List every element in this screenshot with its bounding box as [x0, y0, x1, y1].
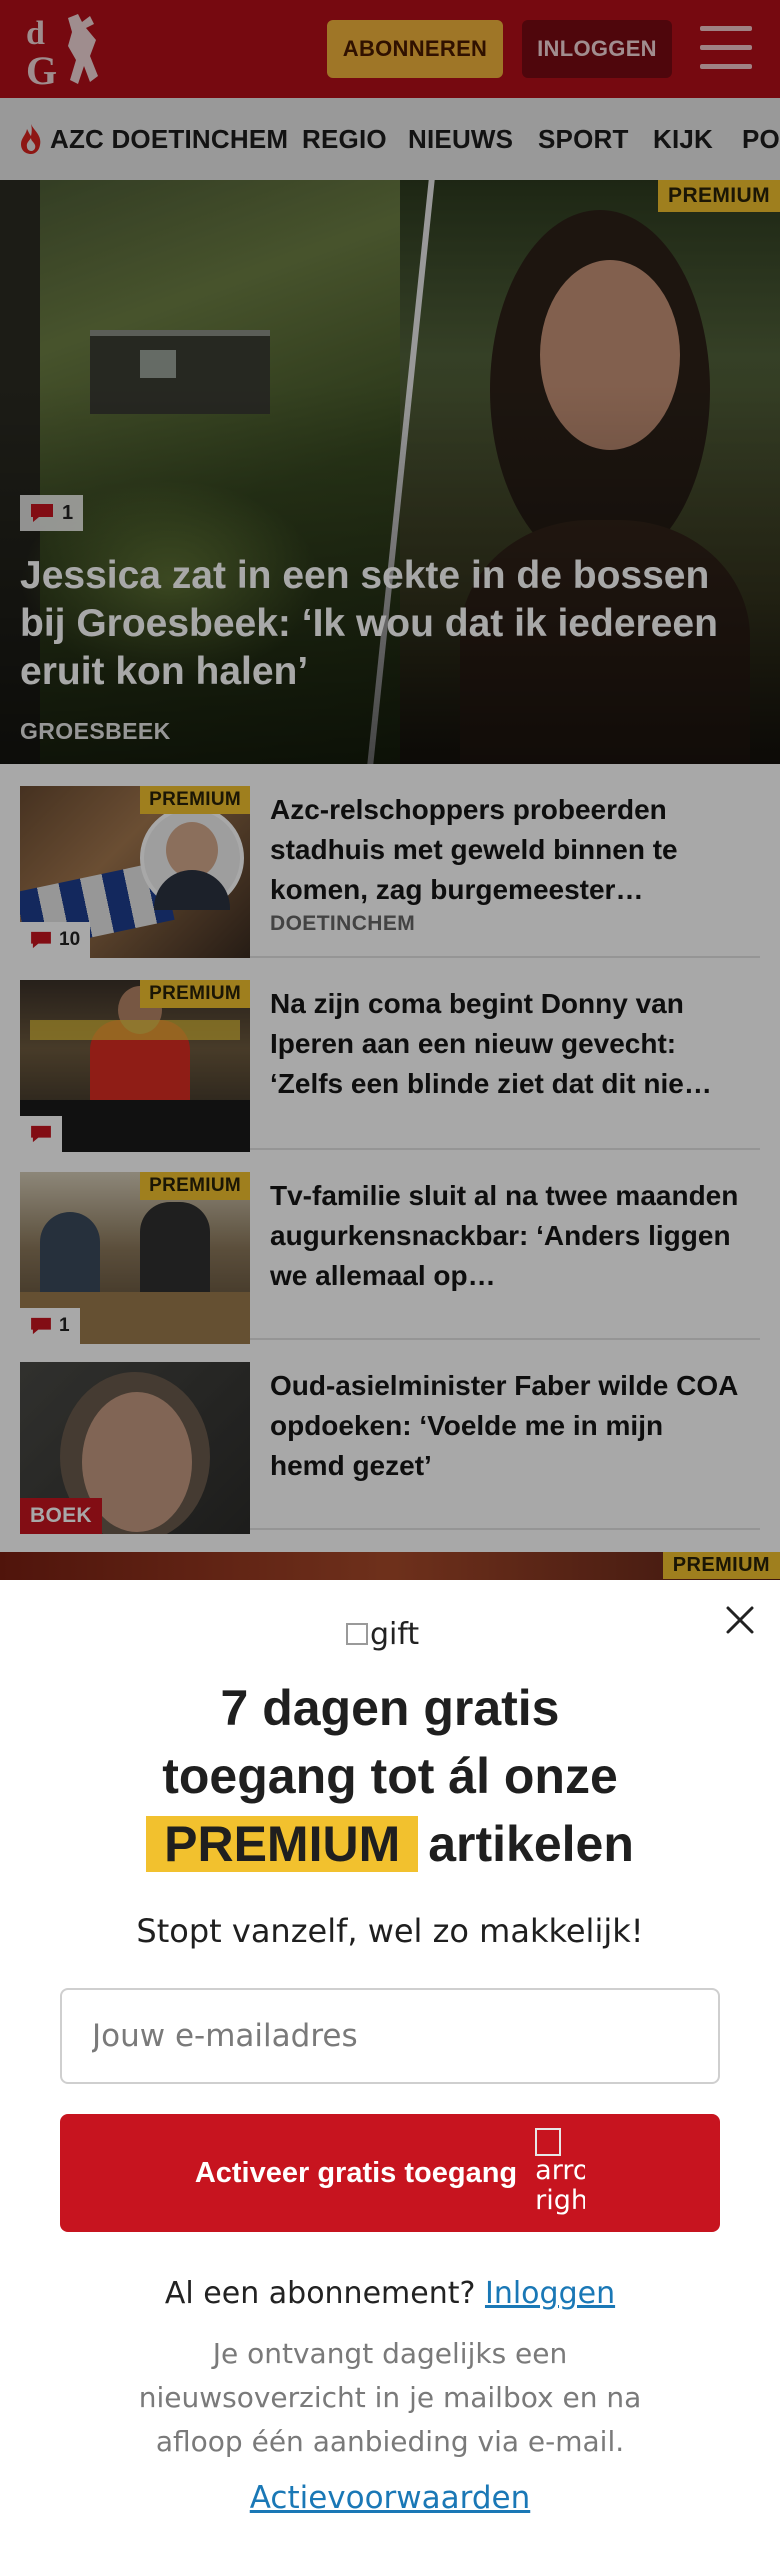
modal-title-rest: artikelen	[428, 1816, 634, 1872]
cta-icon-alt-text: arrow-right	[535, 2155, 586, 2216]
premium-highlight: PREMIUM	[146, 1816, 419, 1872]
close-icon[interactable]	[722, 1602, 758, 1638]
arrow-right-icon: arrow-right	[535, 2126, 585, 2220]
modal-title-line2: toegang tot ál onze	[162, 1748, 618, 1804]
gift-alt-text: gift	[370, 1616, 420, 1652]
already-text: Al een abonnement?	[164, 2276, 476, 2311]
gift-icon: gift	[346, 1614, 456, 1654]
modal-title-line1: 7 dagen gratis	[220, 1680, 560, 1736]
modal-title: 7 dagen gratis toegang tot ál onze PREMI…	[0, 1674, 780, 1878]
existing-subscription-text: Al een abonnement? Inloggen	[0, 2276, 780, 2311]
premium-trial-modal: gift 7 dagen gratis toegang tot ál onze …	[0, 1580, 780, 2560]
terms-link[interactable]: Actievoorwaarden	[0, 2480, 780, 2516]
cta-label: Activeer gratis toegang	[194, 2156, 518, 2189]
activate-trial-button[interactable]: Activeer gratis toegang arrow-right	[60, 2114, 720, 2232]
modal-backdrop[interactable]	[0, 0, 780, 1580]
info-text: Je ontvangt dagelijks een nieuwsoverzich…	[138, 2337, 642, 2458]
login-link[interactable]: Inloggen	[485, 2276, 615, 2311]
modal-subtitle: Stopt vanzelf, wel zo makkelijk!	[136, 1912, 644, 1950]
email-field[interactable]	[60, 1988, 720, 2084]
